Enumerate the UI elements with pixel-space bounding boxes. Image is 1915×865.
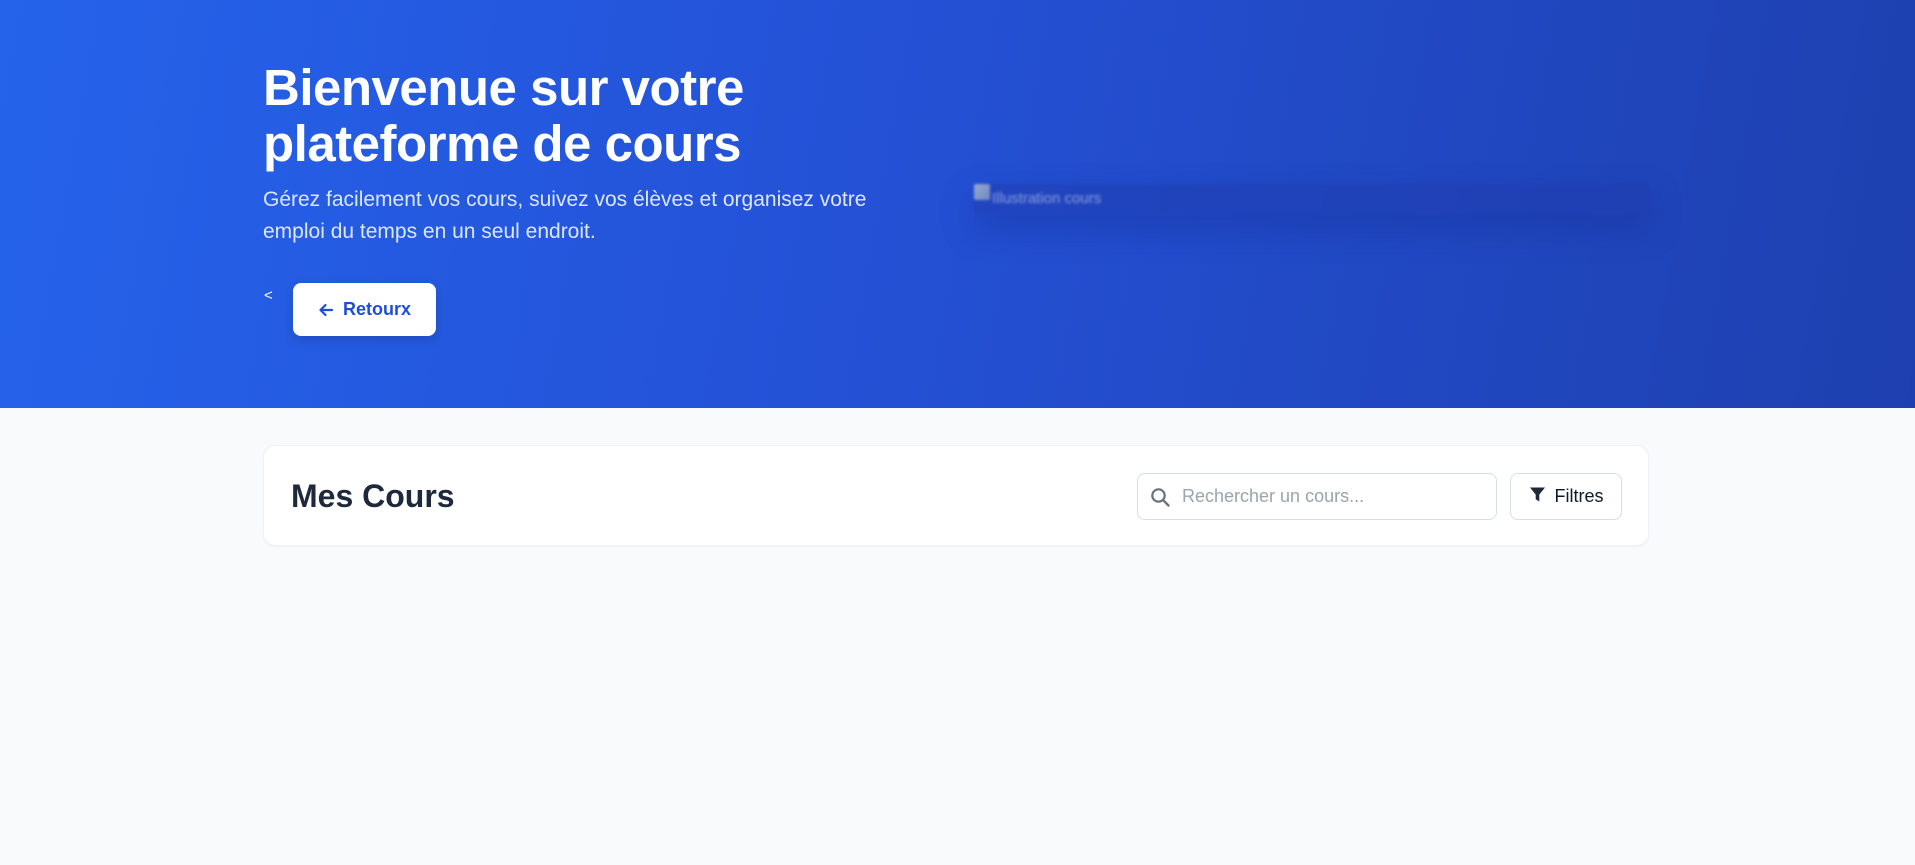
- hero-subtitle: Gérez facilement vos cours, suivez vos é…: [263, 188, 867, 243]
- filters-button[interactable]: Filtres: [1510, 473, 1622, 520]
- filters-button-label: Filtres: [1554, 486, 1604, 506]
- back-button-label: Retourx: [342, 299, 411, 319]
- search-input[interactable]: [1182, 474, 1482, 519]
- search-box: [1137, 473, 1497, 520]
- hero-title: Bienvenue sur votre plateforme de cours: [263, 59, 744, 172]
- back-button[interactable]: Retourx: [293, 283, 436, 336]
- courses-title: Mes Cours: [291, 478, 455, 514]
- filter-icon: [1529, 486, 1546, 508]
- courses-header-card: Mes Cours Filtres: [263, 445, 1649, 546]
- hero-image-alt-text: Illustration cours: [992, 190, 1102, 207]
- hero-banner: Bienvenue sur votre plateforme de cours …: [0, 0, 1915, 408]
- hero-illustration-image: Illustration cours: [974, 184, 1649, 214]
- search-icon: [1150, 487, 1171, 508]
- broken-image-icon: [974, 184, 990, 200]
- arrow-left-icon: [318, 302, 334, 318]
- back-chevron-text: <: [264, 287, 273, 304]
